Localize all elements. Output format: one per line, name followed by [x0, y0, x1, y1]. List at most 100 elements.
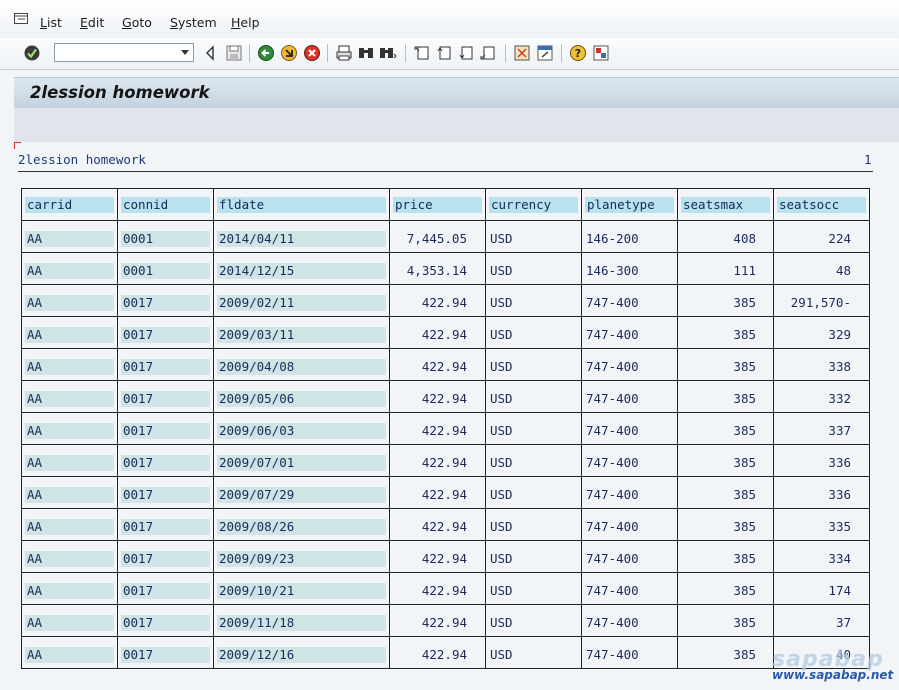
table-cell[interactable]: 422.94 [389, 316, 486, 349]
table-cell[interactable]: 291,570- [773, 284, 870, 317]
table-cell[interactable]: AA [21, 412, 118, 445]
command-field[interactable] [54, 43, 194, 62]
table-cell[interactable]: 2009/03/11 [213, 316, 390, 349]
menu-edit[interactable]: Edit [80, 15, 104, 30]
find-next-icon[interactable] [379, 44, 397, 62]
table-cell[interactable]: 385 [677, 444, 774, 477]
table-cell[interactable]: 329 [773, 316, 870, 349]
table-row[interactable]: AA 0017 2009/07/01 422.94 USD 747-400 385 336 [21, 444, 870, 477]
table-cell[interactable]: 336 [773, 444, 870, 477]
table-cell[interactable]: 0017 [117, 348, 214, 381]
table-cell[interactable]: AA [21, 604, 118, 637]
table-cell[interactable]: 385 [677, 476, 774, 509]
table-cell[interactable]: 2009/02/11 [213, 284, 390, 317]
table-cell[interactable]: AA [21, 444, 118, 477]
table-cell[interactable]: 0017 [117, 380, 214, 413]
table-cell[interactable]: USD [485, 220, 582, 253]
table-cell[interactable]: 747-400 [581, 412, 678, 445]
table-cell[interactable]: USD [485, 636, 582, 669]
table-cell[interactable]: 385 [677, 412, 774, 445]
table-cell[interactable]: 0017 [117, 316, 214, 349]
table-cell[interactable]: 422.94 [389, 380, 486, 413]
table-row[interactable]: AA 0017 2009/12/16 422.94 USD 747-400 385 40 [21, 636, 870, 669]
table-cell[interactable]: 422.94 [389, 604, 486, 637]
shortcut-icon[interactable] [536, 44, 554, 62]
table-row[interactable]: AA 0017 2009/08/26 422.94 USD 747-400 385 335 [21, 508, 870, 541]
table-cell[interactable]: 747-400 [581, 476, 678, 509]
table-cell[interactable]: 747-400 [581, 572, 678, 605]
table-cell[interactable]: 224 [773, 220, 870, 253]
table-cell[interactable]: 146-300 [581, 252, 678, 285]
exit-icon[interactable] [280, 44, 298, 62]
enter-icon[interactable] [23, 44, 41, 62]
table-cell[interactable]: 2009/09/23 [213, 540, 390, 573]
table-cell[interactable]: AA [21, 540, 118, 573]
table-cell[interactable]: 422.94 [389, 284, 486, 317]
app-menu-icon[interactable] [14, 13, 28, 24]
table-cell[interactable]: 336 [773, 476, 870, 509]
table-cell[interactable]: 422.94 [389, 476, 486, 509]
table-cell[interactable]: 0017 [117, 444, 214, 477]
menu-list[interactable]: List [40, 15, 62, 30]
previous-page-icon[interactable] [435, 44, 453, 62]
column-header-planetype[interactable]: planetype [581, 188, 678, 221]
table-cell[interactable]: 2014/12/15 [213, 252, 390, 285]
table-cell[interactable]: 2009/08/26 [213, 508, 390, 541]
table-cell[interactable]: 747-400 [581, 508, 678, 541]
table-row[interactable]: AA 0017 2009/07/29 422.94 USD 747-400 385 336 [21, 476, 870, 509]
table-cell[interactable]: 0017 [117, 540, 214, 573]
table-row[interactable]: AA 0017 2009/06/03 422.94 USD 747-400 385 337 [21, 412, 870, 445]
table-cell[interactable]: USD [485, 604, 582, 637]
back-triangle-icon[interactable] [202, 44, 220, 62]
help-icon[interactable]: ? [569, 44, 587, 62]
table-cell[interactable]: 4,353.14 [389, 252, 486, 285]
table-cell[interactable]: AA [21, 348, 118, 381]
table-row[interactable]: AA 0001 2014/04/11 7,445.05 USD 146-200 408 224 [21, 220, 870, 253]
table-cell[interactable]: 2009/06/03 [213, 412, 390, 445]
table-cell[interactable]: 2009/12/16 [213, 636, 390, 669]
table-cell[interactable]: AA [21, 316, 118, 349]
chevron-down-icon[interactable] [181, 50, 189, 55]
table-cell[interactable]: 747-400 [581, 284, 678, 317]
table-cell[interactable]: 2014/04/11 [213, 220, 390, 253]
table-cell[interactable]: USD [485, 380, 582, 413]
table-cell[interactable]: AA [21, 284, 118, 317]
table-cell[interactable]: 747-400 [581, 636, 678, 669]
table-cell[interactable]: 2009/04/08 [213, 348, 390, 381]
table-cell[interactable]: 48 [773, 252, 870, 285]
table-cell[interactable]: 2009/05/06 [213, 380, 390, 413]
table-cell[interactable]: 747-400 [581, 316, 678, 349]
table-cell[interactable]: 747-400 [581, 380, 678, 413]
column-header-seatsocc[interactable]: seatsocc [773, 188, 870, 221]
table-cell[interactable]: 332 [773, 380, 870, 413]
table-cell[interactable]: AA [21, 508, 118, 541]
save-icon[interactable] [225, 44, 243, 62]
layout-icon[interactable] [592, 44, 610, 62]
table-cell[interactable]: 385 [677, 572, 774, 605]
table-cell[interactable]: 422.94 [389, 444, 486, 477]
table-cell[interactable]: USD [485, 476, 582, 509]
table-cell[interactable]: USD [485, 412, 582, 445]
table-cell[interactable]: AA [21, 380, 118, 413]
table-cell[interactable]: 385 [677, 540, 774, 573]
table-cell[interactable]: 422.94 [389, 636, 486, 669]
table-cell[interactable]: 747-400 [581, 348, 678, 381]
table-cell[interactable]: 747-400 [581, 444, 678, 477]
table-cell[interactable]: 0017 [117, 508, 214, 541]
table-cell[interactable]: 385 [677, 636, 774, 669]
table-cell[interactable]: 0017 [117, 284, 214, 317]
table-cell[interactable]: 37 [773, 604, 870, 637]
table-cell[interactable]: 2009/10/21 [213, 572, 390, 605]
column-header-price[interactable]: price [389, 188, 486, 221]
column-header-fldate[interactable]: fldate [213, 188, 390, 221]
table-cell[interactable]: 0001 [117, 220, 214, 253]
table-cell[interactable]: USD [485, 348, 582, 381]
table-cell[interactable]: USD [485, 284, 582, 317]
table-cell[interactable]: 0001 [117, 252, 214, 285]
table-cell[interactable]: 335 [773, 508, 870, 541]
table-cell[interactable]: USD [485, 508, 582, 541]
column-header-currency[interactable]: currency [485, 188, 582, 221]
table-cell[interactable]: 2009/07/01 [213, 444, 390, 477]
table-cell[interactable]: 385 [677, 380, 774, 413]
table-cell[interactable]: 385 [677, 604, 774, 637]
